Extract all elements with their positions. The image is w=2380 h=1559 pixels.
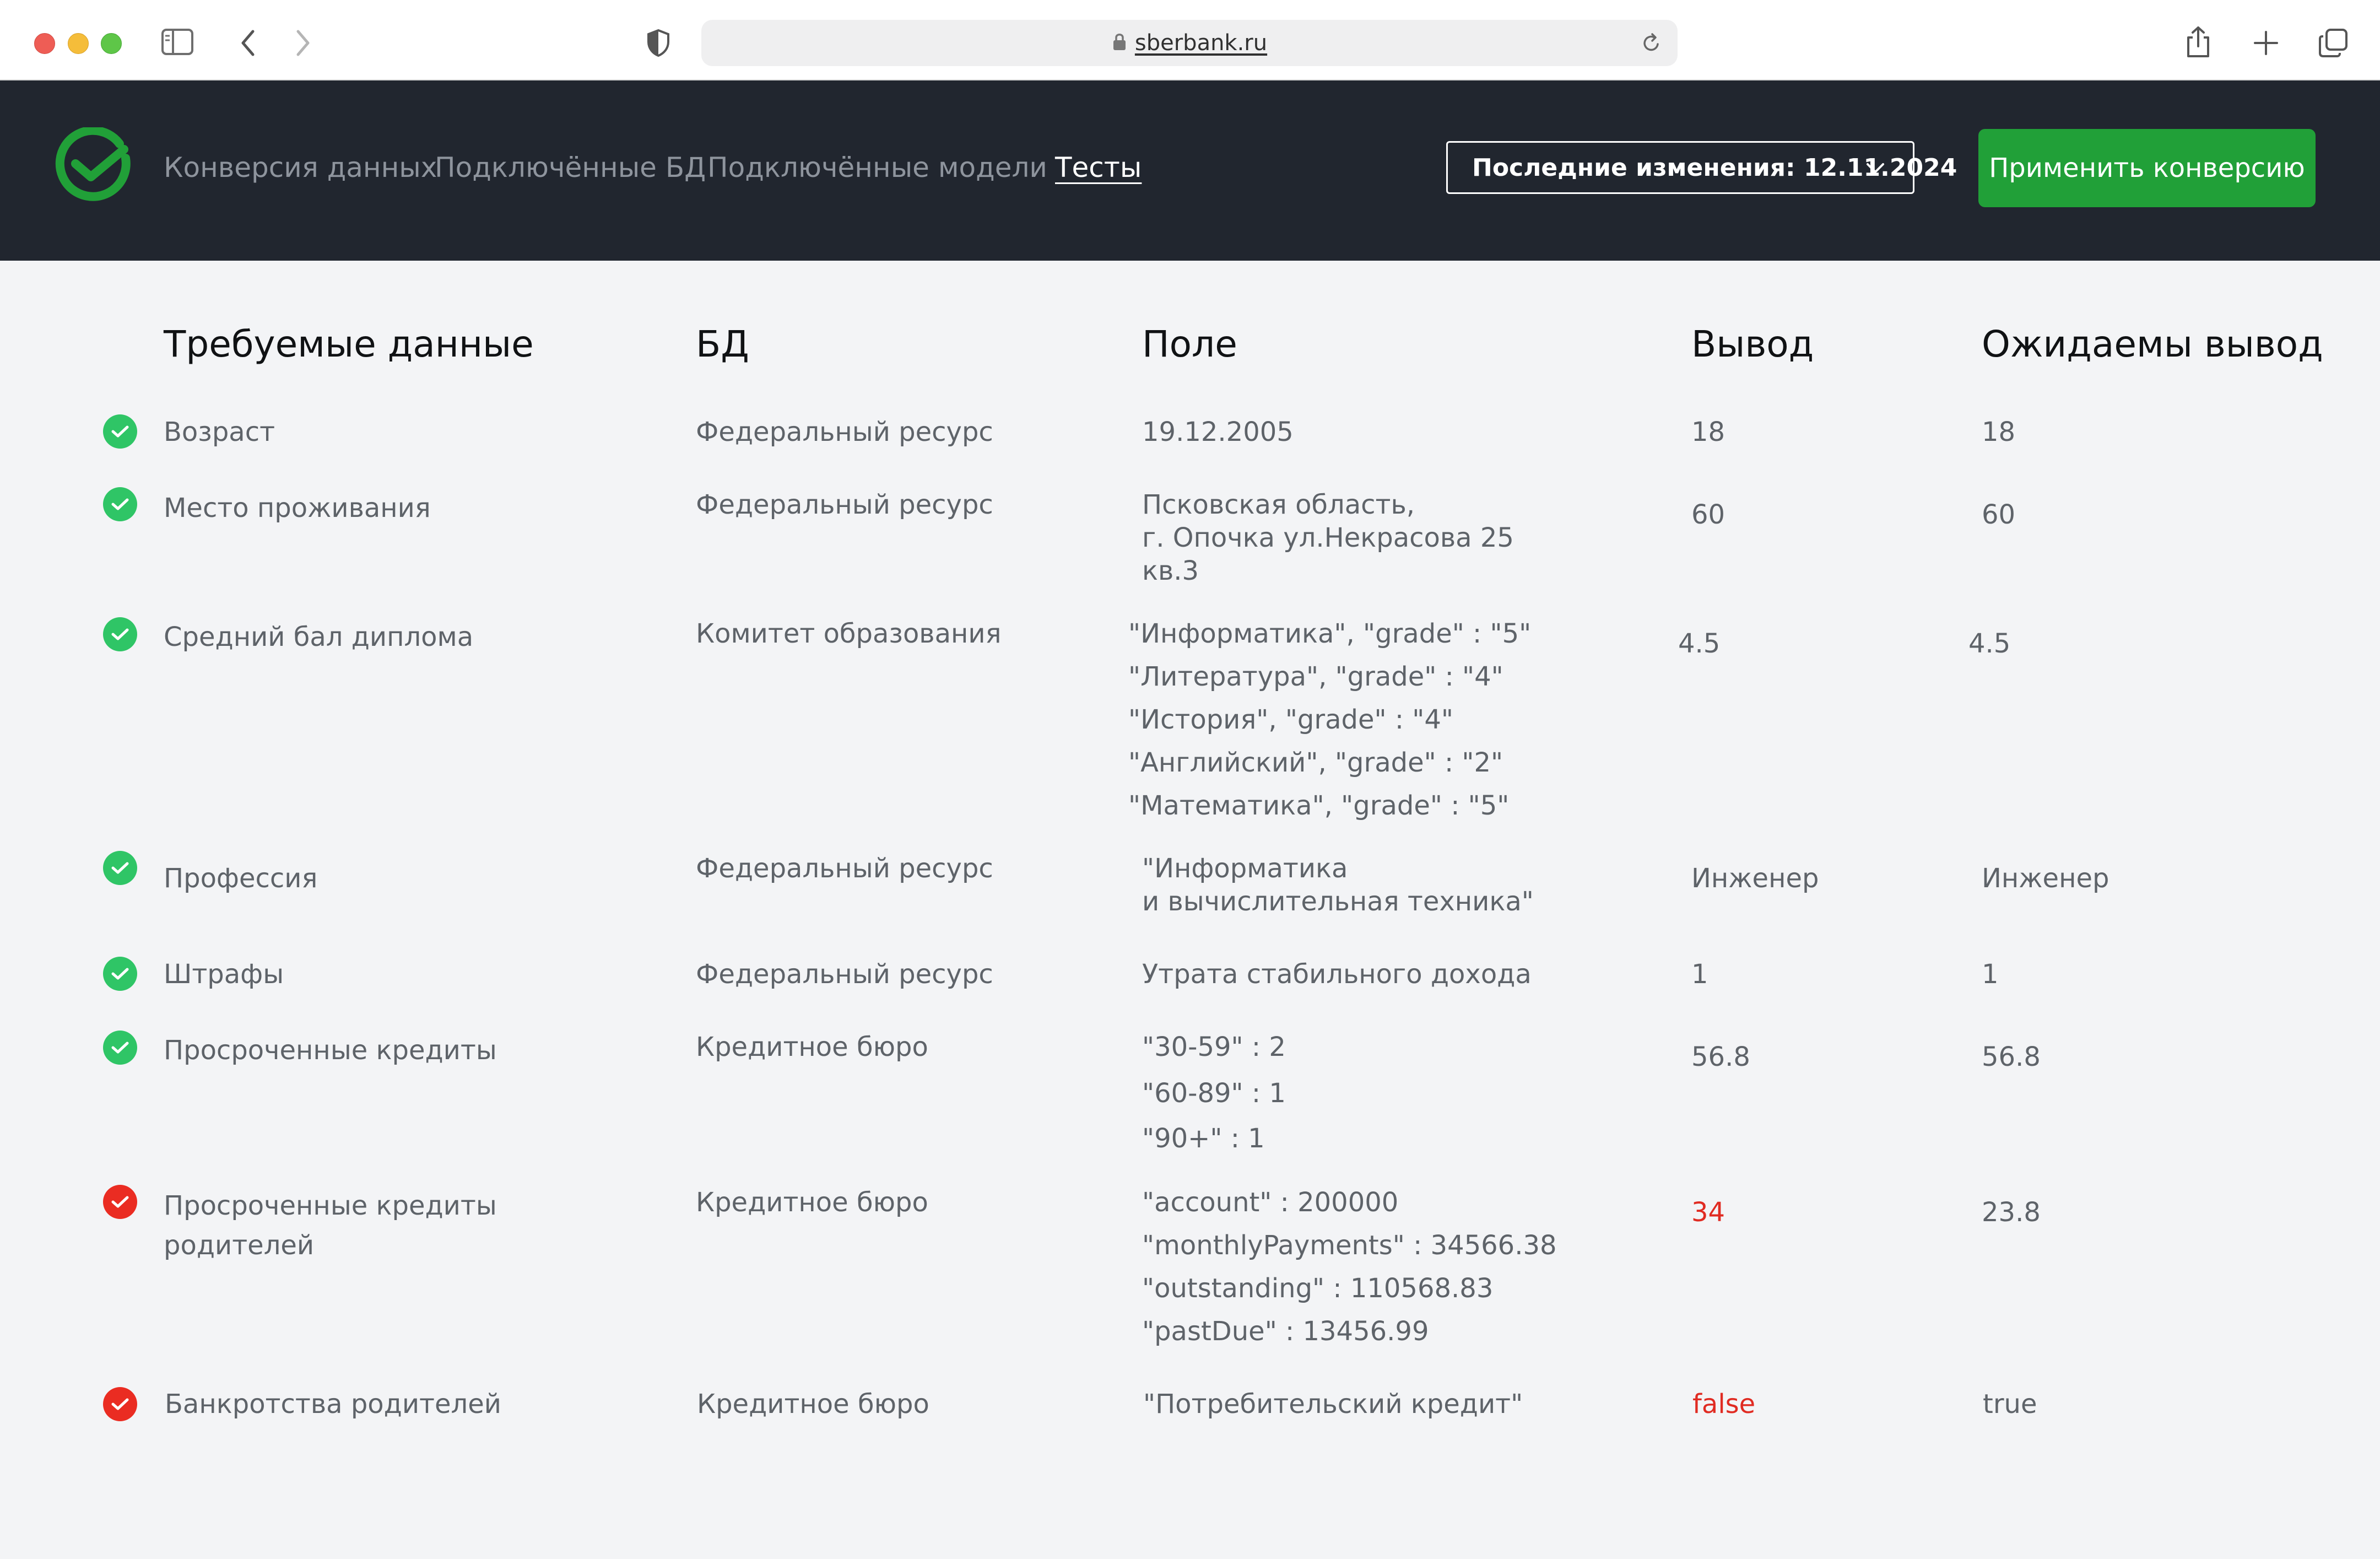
status-ok-icon <box>103 414 137 449</box>
field-cell-line: и вычислительная техника" <box>1142 886 1534 917</box>
field-cell-line: "30-59" : 2 <box>1142 1032 1286 1062</box>
field-cell-line: "Английский", "grade" : "2" <box>1128 747 1503 778</box>
window-close-button[interactable] <box>34 33 55 54</box>
status-ok-icon <box>103 487 137 521</box>
field-cell-line: "Литература", "grade" : "4" <box>1128 661 1503 692</box>
required-data-cell: Просроченные кредиты <box>164 1035 497 1066</box>
reload-icon[interactable] <box>1640 32 1662 56</box>
expected-output-cell: 1 <box>1982 959 1999 990</box>
column-header-required-data: Требуемые данные <box>164 323 534 365</box>
field-cell: 19.12.2005 <box>1142 417 1294 447</box>
nav-connected-models[interactable]: Подключённые модели <box>707 151 1047 184</box>
required-data-cell-line: родителей <box>164 1230 315 1261</box>
status-ok-icon <box>103 1031 137 1065</box>
output-cell: 18 <box>1691 417 1726 447</box>
expected-output-cell: 4.5 <box>1968 628 2011 659</box>
required-data-cell: Профессия <box>164 863 318 894</box>
required-data-cell: Возраст <box>164 417 275 447</box>
privacy-shield-icon[interactable] <box>645 28 672 58</box>
field-cell-line: г. Опочка ул.Некрасова 25 <box>1142 522 1514 553</box>
expected-output-cell: 18 <box>1982 417 2016 447</box>
db-cell: Кредитное бюро <box>696 1032 928 1062</box>
required-data-cell: Банкротства родителей <box>165 1389 501 1420</box>
output-cell: 56.8 <box>1691 1042 1750 1072</box>
db-cell: Федеральный ресурс <box>696 959 993 990</box>
db-cell: Комитет образования <box>696 618 1002 649</box>
expected-output-cell: 23.8 <box>1982 1197 2041 1228</box>
field-cell-line: "Информатика", "grade" : "5" <box>1128 618 1532 649</box>
field-cell-line: кв.3 <box>1142 555 1199 586</box>
browser-toolbar: sberbank.ru <box>0 0 2380 80</box>
window-zoom-button[interactable] <box>101 33 122 54</box>
field-cell-line: "60-89" : 1 <box>1142 1078 1286 1109</box>
column-header-field: Поле <box>1142 323 1237 365</box>
field-cell-line: "monthlyPayments" : 34566.38 <box>1142 1230 1557 1261</box>
expected-output-cell: 56.8 <box>1982 1042 2041 1072</box>
output-cell: Инженер <box>1691 863 1819 894</box>
expected-output-cell: Инженер <box>1982 863 2109 894</box>
required-data-cell-line: Просроченные кредиты <box>164 1190 497 1221</box>
lock-icon <box>1112 32 1127 54</box>
required-data-cell: Средний бал диплома <box>164 622 474 652</box>
share-icon[interactable] <box>2183 24 2214 60</box>
field-cell: Утрата стабильного дохода <box>1142 959 1532 990</box>
nav-tests[interactable]: Тесты <box>1055 151 1142 184</box>
output-cell-mismatch: false <box>1692 1389 1756 1420</box>
required-data-cell: Штрафы <box>164 959 284 990</box>
db-cell: Кредитное бюро <box>697 1389 929 1420</box>
output-cell: 60 <box>1691 499 1726 530</box>
nav-connected-dbs[interactable]: Подключённые БД <box>435 151 706 184</box>
output-cell-mismatch: 34 <box>1691 1197 1726 1228</box>
db-cell: Кредитное бюро <box>696 1187 928 1218</box>
field-cell-line: "outstanding" : 110568.83 <box>1142 1273 1494 1304</box>
window-minimize-button[interactable] <box>68 33 89 54</box>
back-arrow-icon[interactable] <box>237 28 259 58</box>
field-cell: "Потребительский кредит" <box>1143 1389 1523 1420</box>
tab-overview-icon[interactable] <box>2317 26 2350 60</box>
address-bar[interactable]: sberbank.ru <box>701 20 1678 66</box>
nav-data-conversion[interactable]: Конверсия данных <box>164 151 437 184</box>
output-cell: 4.5 <box>1678 628 1721 659</box>
apply-conversion-button[interactable]: Применить конверсию <box>1978 129 2316 207</box>
column-header-db: БД <box>696 323 749 365</box>
expected-output-cell: 60 <box>1982 499 2016 530</box>
forward-arrow-icon[interactable] <box>292 28 314 58</box>
field-cell-line: "90+" : 1 <box>1142 1123 1265 1154</box>
column-header-output: Вывод <box>1691 323 1814 365</box>
field-cell-line: Псковская область, <box>1142 489 1415 520</box>
expected-output-cell: true <box>1983 1389 2037 1420</box>
db-cell: Федеральный ресурс <box>696 489 993 520</box>
field-cell-line: "pastDue" : 13456.99 <box>1142 1316 1429 1347</box>
url-text: sberbank.ru <box>1134 30 1268 56</box>
status-ok-icon <box>103 957 137 991</box>
sber-logo-icon[interactable] <box>53 126 133 207</box>
status-ok-icon <box>103 617 137 651</box>
db-cell: Федеральный ресурс <box>696 417 993 447</box>
field-cell-line: "account" : 200000 <box>1142 1187 1399 1218</box>
chevron-down-icon <box>1865 161 1885 177</box>
db-cell: Федеральный ресурс <box>696 853 993 884</box>
output-cell: 1 <box>1691 959 1708 990</box>
field-cell-line: "Информатика <box>1142 853 1348 884</box>
required-data-cell: Место проживания <box>164 493 431 524</box>
status-ok-icon <box>103 851 137 885</box>
status-fail-icon <box>103 1185 137 1219</box>
field-cell-line: "Математика", "grade" : "5" <box>1128 790 1510 821</box>
last-changes-dropdown[interactable]: Последние изменения: 12.11.2024 <box>1446 141 1957 194</box>
status-fail-icon <box>103 1387 137 1421</box>
app-header: Конверсия данных Подключённые БД Подключ… <box>0 80 2380 261</box>
new-tab-plus-icon[interactable] <box>2251 28 2281 58</box>
column-header-expected-output: Ожидаемы вывод <box>1982 323 2323 365</box>
field-cell-line: "История", "grade" : "4" <box>1128 704 1453 735</box>
sidebar-toggle-icon[interactable] <box>160 26 195 57</box>
